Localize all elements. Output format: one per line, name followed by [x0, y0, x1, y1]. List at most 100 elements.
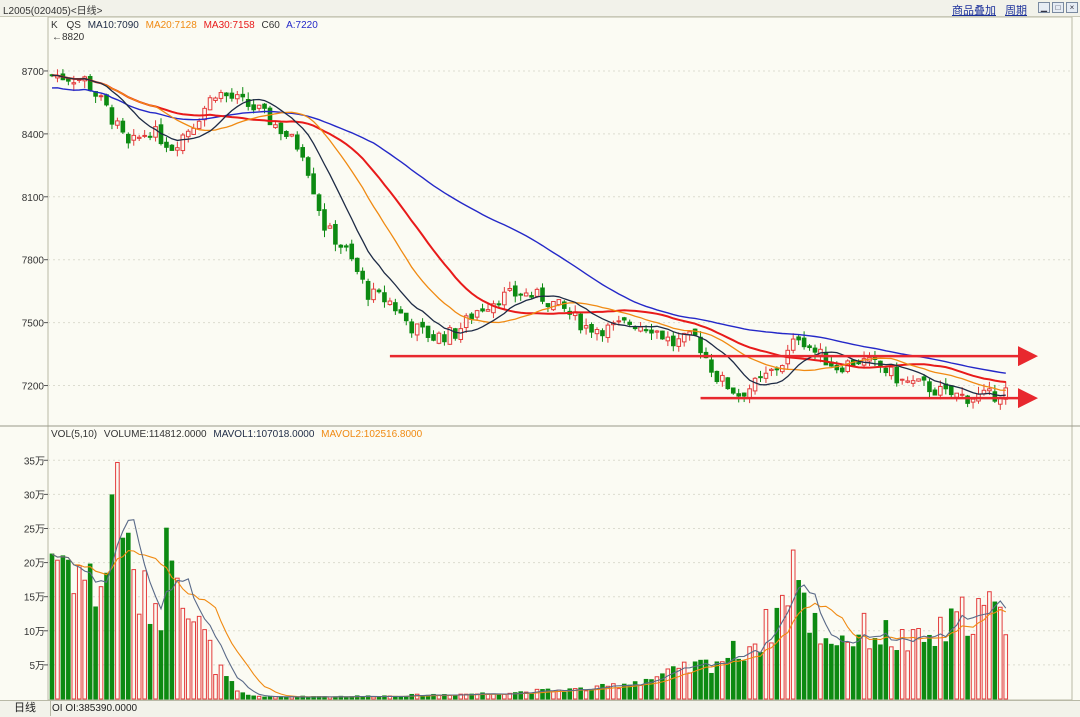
volume-bar: [905, 650, 910, 700]
candle-body: [147, 135, 153, 138]
volume-bar: [305, 696, 311, 700]
volume-bar: [872, 637, 878, 700]
candle-body: [202, 107, 207, 121]
volume-bar: [834, 645, 840, 700]
candle-body: [284, 131, 289, 137]
candle-body: [360, 270, 365, 280]
volume-bar: [376, 696, 382, 700]
volume-bar: [878, 644, 883, 700]
candle-body: [289, 133, 295, 137]
candle-body: [71, 82, 77, 85]
tab-daily[interactable]: 日线: [0, 701, 51, 716]
candle-body: [916, 378, 921, 382]
candle-body: [545, 303, 551, 308]
restore-icon[interactable]: □: [1052, 2, 1064, 13]
candle-body: [207, 97, 213, 111]
candle-body: [812, 347, 818, 353]
period-link[interactable]: 周期: [1005, 2, 1027, 18]
candle-body: [262, 103, 267, 109]
candle-body: [823, 351, 829, 366]
volume-bar: [894, 650, 900, 700]
legend-vol: VOL(5,10): [51, 429, 97, 440]
candle-body: [115, 120, 120, 126]
candle-body: [921, 376, 927, 381]
volume-bar: [703, 659, 709, 700]
candle-body: [126, 133, 131, 144]
candle-body: [714, 370, 720, 383]
volume-bar: [910, 629, 916, 700]
volume-bar: [763, 608, 769, 700]
candle-body: [992, 391, 998, 402]
volume-bar: [730, 640, 736, 700]
volume-bar: [164, 527, 169, 700]
volume-bar: [899, 629, 905, 700]
candle-body: [959, 393, 965, 396]
volume-legend-row: VOL(5,10) VOLUME:114812.0000 MAVOL1:1070…: [51, 429, 423, 440]
volume-bar: [55, 559, 60, 700]
volume-bar: [921, 641, 927, 700]
volume-bar: [104, 572, 109, 700]
candle-body: [354, 257, 360, 272]
volume-bar: [736, 658, 742, 700]
volume-bar: [769, 642, 774, 700]
candle-body: [790, 338, 796, 351]
candle-body: [736, 393, 742, 397]
candle-body: [98, 95, 104, 98]
volume-bar: [169, 560, 175, 700]
candle-body: [365, 280, 371, 300]
candle-body: [730, 387, 736, 394]
volume-bar: [180, 607, 186, 700]
candle-body: [398, 309, 404, 314]
volume-bar: [741, 660, 747, 700]
volume-bar: [676, 667, 682, 700]
volume-bar: [49, 553, 55, 700]
volume-bar: [202, 629, 207, 700]
kline-chart-svg[interactable]: 8700 8400 8100 7800 7500 7200 35万 30万 25万 20万 15万…: [0, 17, 1080, 700]
volume-bar: [883, 620, 889, 700]
candle-body: [425, 325, 431, 338]
volume-bar: [213, 674, 218, 700]
volume-bar: [126, 532, 131, 700]
legend-a: A:7220: [286, 20, 318, 31]
volume-bar: [142, 570, 147, 700]
candle-body: [420, 321, 425, 328]
candle-body: [322, 209, 327, 231]
candle-body: [654, 330, 660, 333]
candle-body: [218, 92, 224, 99]
volume-bar: [992, 601, 998, 700]
volume-bar: [621, 683, 627, 700]
candle-body: [349, 243, 355, 260]
candle-body: [540, 287, 545, 302]
volume-axis: 35万 30万 25万 20万 15万 10万 5万: [24, 456, 48, 672]
candle-body: [801, 337, 807, 348]
close-icon[interactable]: ×: [1066, 2, 1078, 13]
candle-body: [725, 377, 731, 390]
candle-body: [240, 93, 246, 98]
minimize-icon[interactable]: ▁: [1038, 2, 1050, 13]
open-interest-readout: OI OI:385390.0000: [52, 703, 138, 714]
candle-body: [185, 130, 191, 138]
volume-bar: [207, 639, 213, 700]
candle-body: [316, 194, 322, 212]
price-tick-label: 7200: [22, 382, 45, 393]
candle-body: [796, 336, 801, 341]
candle-body: [583, 325, 589, 329]
volume-bar: [245, 694, 251, 700]
overlay-commodity-link[interactable]: 商品叠加: [952, 2, 996, 18]
chart-window: L2005(020405)<日线> 商品叠加 周期 ▁ □ × 8700 8400…: [0, 0, 1080, 717]
candle-body: [235, 94, 240, 100]
candle-body: [512, 285, 518, 297]
bottom-bar: 日线 OI OI:385390.0000: [0, 700, 1080, 717]
volume-bar: [158, 630, 164, 700]
volume-bar: [943, 641, 949, 700]
volume-tick-label: 20万: [24, 559, 45, 570]
volume-tick-label: 25万: [24, 524, 45, 535]
volume-bar: [136, 613, 142, 700]
candle-body: [671, 335, 676, 347]
candle-body: [104, 94, 109, 106]
candle-body: [774, 368, 780, 371]
candle-body: [698, 336, 703, 354]
candle-body: [883, 367, 889, 374]
candle-body: [676, 338, 682, 347]
volume-bar: [889, 646, 894, 700]
